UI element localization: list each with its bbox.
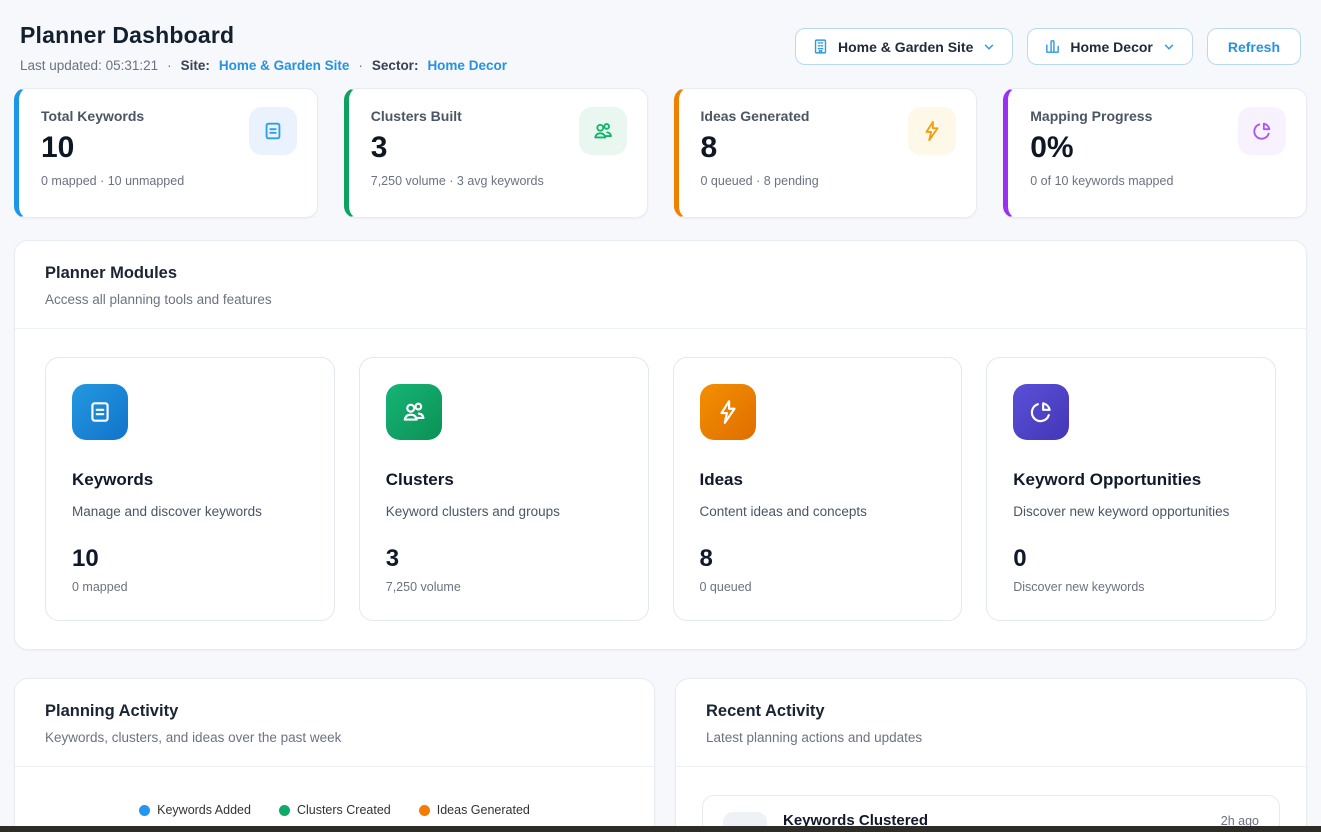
module-card-clusters[interactable]: Clusters Keyword clusters and groups 3 7… [359,357,649,621]
module-caption: Discover new keywords [1013,580,1249,594]
modules-panel-header: Planner Modules Access all planning tool… [15,241,1306,328]
chevron-down-icon [1162,40,1176,54]
modules-panel-title: Planner Modules [45,264,1276,283]
file-text-icon [72,384,128,440]
recent-activity-list: Keywords Clustered 2h ago 3 new clusters… [676,767,1306,832]
page-title: Planner Dashboard [20,22,507,49]
module-title: Ideas [700,470,936,490]
modules-panel-subtitle: Access all planning tools and features [45,292,1276,307]
legend-item-clusters-created: Clusters Created [279,803,391,817]
pie-chart-icon [1013,384,1069,440]
sector-dropdown[interactable]: Home Decor [1027,28,1192,65]
site-label: Site: [181,58,210,73]
module-title: Keyword Opportunities [1013,470,1249,490]
bar-chart-icon [1044,38,1061,55]
legend-item-keywords-added: Keywords Added [139,803,251,817]
chevron-down-icon [982,40,996,54]
planner-dashboard-page: Planner Dashboard Last updated: 05:31:21… [0,0,1321,832]
refresh-button[interactable]: Refresh [1207,28,1301,65]
modules-grid: Keywords Manage and discover keywords 10… [15,329,1306,649]
module-title: Keywords [72,470,308,490]
module-caption: 7,250 volume [386,580,622,594]
site-dropdown[interactable]: Home & Garden Site [795,28,1013,65]
planner-modules-panel: Planner Modules Access all planning tool… [14,240,1307,650]
bottom-dark-strip [0,826,1321,832]
legend-item-ideas-generated: Ideas Generated [419,803,530,817]
page-header: Planner Dashboard Last updated: 05:31:21… [14,0,1307,73]
module-description: Keyword clusters and groups [386,504,622,519]
planning-activity-panel: Planning Activity Keywords, clusters, an… [14,678,655,832]
header-titles: Planner Dashboard Last updated: 05:31:21… [20,22,507,73]
site-link[interactable]: Home & Garden Site [219,58,350,73]
module-description: Discover new keyword opportunities [1013,504,1249,519]
pie-chart-icon [1238,107,1286,155]
stat-card-mapping-progress: Mapping Progress 0% 0 of 10 keywords map… [1003,88,1307,218]
stat-sub: 0 mapped · 10 unmapped [41,174,295,188]
stat-sub: 0 of 10 keywords mapped [1030,174,1284,188]
module-value: 8 [700,545,936,573]
lightning-icon [700,384,756,440]
file-text-icon [249,107,297,155]
module-card-keyword-opportunities[interactable]: Keyword Opportunities Discover new keywo… [986,357,1276,621]
stat-sub: 0 queued · 8 pending [701,174,955,188]
meta-separator: · [167,58,172,73]
module-card-keywords[interactable]: Keywords Manage and discover keywords 10… [45,357,335,621]
chart-legend: Keywords Added Clusters Created Ideas Ge… [15,767,654,817]
lightning-icon [908,107,956,155]
planning-activity-title: Planning Activity [45,702,624,721]
module-description: Content ideas and concepts [700,504,936,519]
stat-card-total-keywords: Total Keywords 10 0 mapped · 10 unmapped [14,88,318,218]
legend-label: Keywords Added [157,803,251,817]
site-dropdown-label: Home & Garden Site [838,39,973,55]
module-caption: 0 queued [700,580,936,594]
recent-activity-subtitle: Latest planning actions and updates [706,730,1276,745]
module-value: 3 [386,545,622,573]
sector-dropdown-label: Home Decor [1070,39,1152,55]
stats-row: Total Keywords 10 0 mapped · 10 unmapped… [14,88,1307,218]
bottom-row: Planning Activity Keywords, clusters, an… [14,678,1307,832]
recent-activity-panel: Recent Activity Latest planning actions … [675,678,1307,832]
legend-dot-icon [139,805,150,816]
meta-separator: · [358,58,363,73]
module-value: 0 [1013,545,1249,573]
last-updated-text: Last updated: 05:31:21 [20,58,158,73]
module-title: Clusters [386,470,622,490]
meta-line: Last updated: 05:31:21 · Site: Home & Ga… [20,58,507,73]
building-icon [812,38,829,55]
stat-card-clusters-built: Clusters Built 3 7,250 volume · 3 avg ke… [344,88,648,218]
users-icon [386,384,442,440]
legend-dot-icon [279,805,290,816]
sector-link[interactable]: Home Decor [427,58,507,73]
module-card-ideas[interactable]: Ideas Content ideas and concepts 8 0 que… [673,357,963,621]
module-value: 10 [72,545,308,573]
planning-activity-subtitle: Keywords, clusters, and ideas over the p… [45,730,624,745]
stat-sub: 7,250 volume · 3 avg keywords [371,174,625,188]
stat-card-ideas-generated: Ideas Generated 8 0 queued · 8 pending [674,88,978,218]
users-icon [579,107,627,155]
refresh-button-label: Refresh [1228,39,1280,55]
module-description: Manage and discover keywords [72,504,308,519]
recent-activity-title: Recent Activity [706,702,1276,721]
legend-dot-icon [419,805,430,816]
module-caption: 0 mapped [72,580,308,594]
sector-label: Sector: [372,58,419,73]
header-controls: Home & Garden Site Home Decor Refresh [795,28,1301,65]
legend-label: Ideas Generated [437,803,530,817]
legend-label: Clusters Created [297,803,391,817]
recent-activity-header: Recent Activity Latest planning actions … [676,679,1306,766]
planning-activity-header: Planning Activity Keywords, clusters, an… [15,679,654,766]
